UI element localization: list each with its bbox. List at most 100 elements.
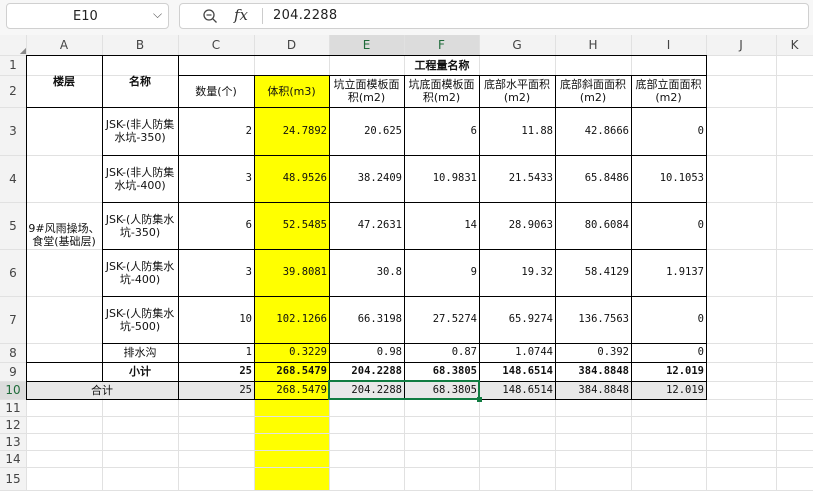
table-row-name[interactable]: JSK-(非人防集水坑-350)	[102, 107, 178, 155]
table-cell-base-slope[interactable]: 80.6084	[555, 202, 631, 249]
header-pit-bottom[interactable]: 坑底面模板面积(m2)	[404, 75, 479, 107]
total-base-flat[interactable]: 148.6514	[479, 381, 555, 399]
zoom-search-icon[interactable]	[202, 8, 218, 28]
table-cell-volume[interactable]: 24.7892	[254, 107, 329, 155]
table-cell-base-slope[interactable]: 42.8666	[555, 107, 631, 155]
table-row-name[interactable]: JSK-(非人防集水坑-400)	[102, 155, 178, 202]
subtotal-pit-side[interactable]: 204.2288	[329, 362, 404, 381]
table-cell-base-vertical[interactable]: 10.1053	[631, 155, 706, 202]
table-row-name[interactable]: 排水沟	[102, 343, 178, 362]
table-cell-base-slope[interactable]: 58.4129	[555, 249, 631, 296]
table-cell-qty[interactable]: 10	[178, 296, 254, 343]
row-header-3[interactable]: 3	[0, 107, 26, 155]
table-cell-base-vertical[interactable]: 0	[631, 343, 706, 362]
table-cell-qty[interactable]: 1	[178, 343, 254, 362]
table-cell-pit-bottom[interactable]: 6	[404, 107, 479, 155]
table-row-name[interactable]: JSK-(人防集水坑-500)	[102, 296, 178, 343]
table-cell-pit-side[interactable]: 0.98	[329, 343, 404, 362]
row-header-7[interactable]: 7	[0, 296, 26, 343]
column-header-f[interactable]: F	[404, 35, 479, 55]
row-header-2[interactable]: 2	[0, 75, 26, 107]
total-label[interactable]: 合计	[26, 381, 178, 399]
column-header-j[interactable]: J	[706, 35, 776, 55]
column-header-k[interactable]: K	[776, 35, 813, 55]
formula-value[interactable]: 204.2288	[273, 8, 337, 23]
table-cell-volume[interactable]: 48.9526	[254, 155, 329, 202]
header-base-vertical[interactable]: 底部立面面积(m2)	[631, 75, 706, 107]
row-header-15[interactable]: 15	[0, 467, 26, 490]
table-cell-pit-side[interactable]: 30.8	[329, 249, 404, 296]
table-row-name[interactable]: JSK-(人防集水坑-350)	[102, 202, 178, 249]
fill-handle[interactable]	[477, 397, 482, 402]
table-cell-pit-side[interactable]: 47.2631	[329, 202, 404, 249]
column-header-h[interactable]: H	[555, 35, 631, 55]
subtotal-qty[interactable]: 25	[178, 362, 254, 381]
total-volume[interactable]: 268.5479	[254, 381, 329, 399]
table-cell-base-slope[interactable]: 65.8486	[555, 155, 631, 202]
column-header-g[interactable]: G	[479, 35, 555, 55]
header-base-flat[interactable]: 底部水平面积(m2)	[479, 75, 555, 107]
row-header-13[interactable]: 13	[0, 433, 26, 450]
column-header-e[interactable]: E	[329, 35, 404, 55]
table-cell-pit-bottom[interactable]: 14	[404, 202, 479, 249]
row-header-12[interactable]: 12	[0, 416, 26, 433]
column-header-b[interactable]: B	[102, 35, 178, 55]
subtotal-base-vertical[interactable]: 12.019	[631, 362, 706, 381]
row-header-9[interactable]: 9	[0, 362, 26, 381]
table-cell-volume[interactable]: 102.1266	[254, 296, 329, 343]
formula-bar[interactable]: fx 204.2288	[179, 3, 809, 29]
table-cell-base-flat[interactable]: 19.32	[479, 249, 555, 296]
header-name[interactable]: 名称	[102, 55, 178, 107]
row-header-14[interactable]: 14	[0, 450, 26, 467]
table-cell-base-flat[interactable]: 11.88	[479, 107, 555, 155]
table-cell-pit-bottom[interactable]: 27.5274	[404, 296, 479, 343]
column-header-c[interactable]: C	[178, 35, 254, 55]
header-group-title[interactable]: 工程量名称	[178, 55, 706, 75]
row-header-10[interactable]: 10	[0, 381, 26, 399]
table-cell-pit-bottom[interactable]: 9	[404, 249, 479, 296]
subtotal-pit-bottom[interactable]: 68.3805	[404, 362, 479, 381]
header-pit-side[interactable]: 坑立面模板面积(m2)	[329, 75, 404, 107]
table-cell-base-vertical[interactable]: 0	[631, 296, 706, 343]
table-cell-base-vertical[interactable]: 0	[631, 202, 706, 249]
total-base-vertical[interactable]: 12.019	[631, 381, 706, 399]
row-header-4[interactable]: 4	[0, 155, 26, 202]
table-cell-qty[interactable]: 3	[178, 155, 254, 202]
row-header-5[interactable]: 5	[0, 202, 26, 249]
table-cell-qty[interactable]: 3	[178, 249, 254, 296]
subtotal-label[interactable]: 小计	[102, 362, 178, 381]
select-all-corner[interactable]: ◢	[0, 35, 26, 55]
table-cell-base-slope[interactable]: 0.392	[555, 343, 631, 362]
name-box[interactable]: E10 ⌵	[6, 3, 169, 29]
table-cell-volume[interactable]: 52.5485	[254, 202, 329, 249]
column-header-a[interactable]: A	[26, 35, 102, 55]
table-cell-volume[interactable]: 39.8081	[254, 249, 329, 296]
table-cell-base-slope[interactable]: 136.7563	[555, 296, 631, 343]
header-floor[interactable]: 楼层	[26, 55, 102, 107]
table-cell-volume[interactable]: 0.3229	[254, 343, 329, 362]
table-cell-qty[interactable]: 2	[178, 107, 254, 155]
header-volume[interactable]: 体积(m3)	[254, 75, 329, 107]
subtotal-base-flat[interactable]: 148.6514	[479, 362, 555, 381]
table-row-name[interactable]: JSK-(人防集水坑-400)	[102, 249, 178, 296]
row-header-8[interactable]: 8	[0, 343, 26, 362]
function-icon[interactable]: fx	[234, 6, 248, 24]
table-cell-base-vertical[interactable]: 0	[631, 107, 706, 155]
chevron-down-icon[interactable]: ⌵	[153, 7, 162, 22]
header-base-slope[interactable]: 底部斜面面积(m2)	[555, 75, 631, 107]
table-cell-base-flat[interactable]: 28.9063	[479, 202, 555, 249]
table-cell-base-flat[interactable]: 65.9274	[479, 296, 555, 343]
table-cell-qty[interactable]: 6	[178, 202, 254, 249]
column-header-d[interactable]: D	[254, 35, 329, 55]
header-qty[interactable]: 数量(个)	[178, 75, 254, 107]
row-header-1[interactable]: 1	[0, 55, 26, 75]
table-cell-base-vertical[interactable]: 1.9137	[631, 249, 706, 296]
selected-range-e10-f10[interactable]	[328, 380, 480, 400]
subtotal-base-slope[interactable]: 384.8848	[555, 362, 631, 381]
table-cell-pit-bottom[interactable]: 10.9831	[404, 155, 479, 202]
row-header-11[interactable]: 11	[0, 399, 26, 416]
column-header-i[interactable]: I	[631, 35, 706, 55]
row-header-6[interactable]: 6	[0, 249, 26, 296]
table-cell-pit-bottom[interactable]: 0.87	[404, 343, 479, 362]
table-cell-pit-side[interactable]: 38.2409	[329, 155, 404, 202]
